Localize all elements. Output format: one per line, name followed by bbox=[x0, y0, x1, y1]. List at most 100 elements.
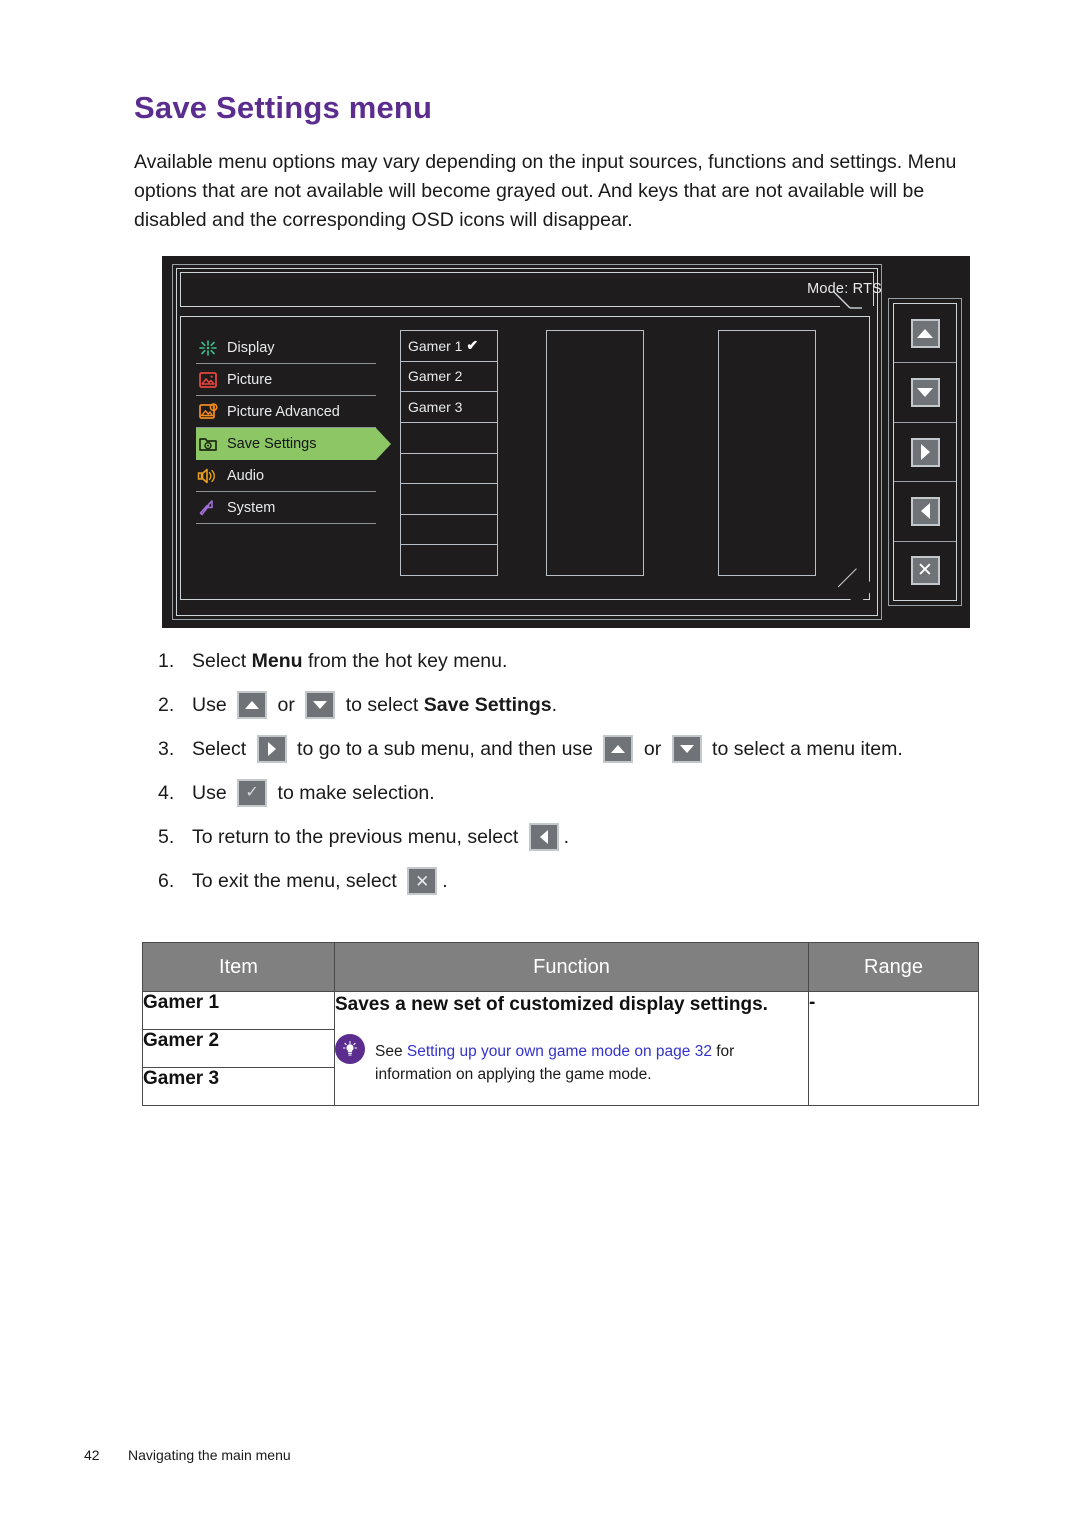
osd-key-left[interactable] bbox=[894, 482, 956, 542]
step-text-part: to go to a sub menu, and then use bbox=[291, 738, 599, 760]
step-text-part: to select a menu item. bbox=[706, 738, 903, 760]
tip-note: See Setting up your own game mode on pag… bbox=[335, 1034, 808, 1086]
step-text: Use or to select Save Settings. bbox=[192, 690, 557, 720]
osd-sub-panel-1 bbox=[546, 330, 644, 576]
settings-table: Item Function Range Gamer 1 Saves a new … bbox=[142, 942, 979, 1106]
down-arrow-icon bbox=[305, 691, 336, 719]
osd-option-empty bbox=[400, 452, 498, 484]
left-arrow-icon[interactable] bbox=[910, 496, 940, 526]
close-icon[interactable]: ✕ bbox=[910, 556, 940, 586]
check-icon: ✓ bbox=[237, 779, 268, 807]
up-arrow-icon bbox=[237, 691, 268, 719]
page-title: Save Settings menu bbox=[134, 90, 433, 125]
function-description: Saves a new set of customized display se… bbox=[335, 994, 768, 1015]
step-number: 2. bbox=[158, 694, 175, 716]
osd-menu-item-picture-advanced[interactable]: Picture Advanced bbox=[196, 396, 376, 428]
instruction-steps: 1. Select Menu from the hot key menu. 2.… bbox=[158, 646, 988, 910]
cell-range: - bbox=[808, 991, 979, 1106]
osd-option-gamer-1[interactable]: Gamer 1 ✔ bbox=[400, 330, 498, 361]
osd-key-down[interactable] bbox=[894, 363, 956, 423]
step-text-part: Use bbox=[192, 694, 233, 716]
osd-key-right[interactable] bbox=[894, 423, 956, 483]
step-text-part: . bbox=[563, 826, 570, 848]
osd-menu-item-save-settings[interactable]: Save Settings bbox=[196, 428, 391, 460]
step-text: Use ✓ to make selection. bbox=[192, 778, 435, 808]
step-number: 1. bbox=[158, 650, 175, 672]
osd-menu-item-system[interactable]: System bbox=[196, 492, 376, 524]
step-text-part: Select bbox=[192, 650, 252, 672]
step-text-part: Select bbox=[192, 738, 252, 760]
step-text-part: To return to the previous menu, select bbox=[192, 826, 524, 848]
step-3: 3. Select to go to a sub menu, and then … bbox=[158, 734, 988, 764]
down-arrow-icon bbox=[671, 735, 702, 763]
step-text-part: to make selection. bbox=[272, 782, 435, 804]
step-text: To exit the menu, select ✕. bbox=[192, 866, 448, 896]
step-text-part: To exit the menu, select bbox=[192, 870, 403, 892]
osd-menu-label: Picture bbox=[227, 371, 273, 388]
footer-page-number: 42 bbox=[84, 1447, 100, 1463]
osd-menu-label: Picture Advanced bbox=[227, 403, 340, 420]
down-arrow-icon[interactable] bbox=[910, 378, 940, 408]
cell-item-gamer-2: Gamer 2 bbox=[142, 1029, 335, 1068]
osd-mode-label: Mode: RTS bbox=[807, 281, 882, 297]
osd-menu-label: Save Settings bbox=[227, 436, 317, 452]
step-text-part: or bbox=[638, 738, 667, 760]
step-4: 4. Use ✓ to make selection. bbox=[158, 778, 988, 808]
column-header-range: Range bbox=[808, 942, 979, 992]
step-number: 5. bbox=[158, 826, 175, 848]
step-text-part: or bbox=[272, 694, 301, 716]
osd-option-list: Gamer 1 ✔ Gamer 2 Gamer 3 bbox=[400, 330, 498, 576]
step-number: 6. bbox=[158, 870, 175, 892]
footer-section: Navigating the main menu bbox=[128, 1447, 291, 1463]
osd-option-gamer-2[interactable]: Gamer 2 bbox=[400, 360, 498, 392]
step-text-bold: Save Settings bbox=[423, 694, 552, 716]
right-arrow-icon[interactable] bbox=[910, 437, 940, 467]
tip-note-link[interactable]: Setting up your own game mode on page 32 bbox=[407, 1043, 712, 1060]
column-header-function: Function bbox=[334, 942, 809, 992]
picture-advanced-icon bbox=[196, 402, 220, 422]
system-icon bbox=[196, 498, 220, 518]
step-text-part: to select bbox=[340, 694, 424, 716]
osd-option-label: Gamer 1 bbox=[408, 337, 463, 354]
left-arrow-icon bbox=[528, 823, 559, 851]
osd-option-empty bbox=[400, 421, 498, 453]
tip-bulb-icon bbox=[335, 1034, 365, 1064]
step-2: 2. Use or to select Save Settings. bbox=[158, 690, 988, 720]
osd-menu-item-display[interactable]: Display bbox=[196, 332, 376, 364]
step-number: 3. bbox=[158, 738, 175, 760]
osd-menu-item-audio[interactable]: Audio bbox=[196, 460, 376, 492]
page-footer: 42 Navigating the main menu bbox=[84, 1447, 291, 1463]
up-arrow-icon bbox=[603, 735, 634, 763]
save-settings-icon bbox=[196, 434, 220, 454]
osd-option-empty bbox=[400, 513, 498, 545]
osd-menu-list: Display Picture Picture Advanced Save Se… bbox=[196, 332, 391, 524]
column-header-item: Item bbox=[142, 942, 335, 992]
osd-menu-item-picture[interactable]: Picture bbox=[196, 364, 376, 396]
osd-key-up[interactable] bbox=[894, 304, 956, 364]
cell-function: Saves a new set of customized display se… bbox=[334, 991, 809, 1106]
audio-icon bbox=[196, 466, 220, 486]
close-icon: ✕ bbox=[407, 867, 438, 895]
step-6: 6. To exit the menu, select ✕. bbox=[158, 866, 988, 896]
osd-menu-label: Display bbox=[227, 339, 275, 356]
osd-title-rule bbox=[180, 306, 840, 307]
osd-key-exit[interactable]: ✕ bbox=[894, 542, 956, 600]
osd-key-column-inner: ✕ bbox=[893, 303, 957, 601]
up-arrow-icon[interactable] bbox=[910, 318, 940, 348]
osd-option-gamer-3[interactable]: Gamer 3 bbox=[400, 391, 498, 422]
step-text-part: . bbox=[551, 694, 558, 716]
osd-menu-label: System bbox=[227, 499, 276, 516]
step-text: Select Menu from the hot key menu. bbox=[192, 646, 507, 676]
right-arrow-icon bbox=[256, 735, 287, 763]
step-text-part: from the hot key menu. bbox=[302, 650, 508, 672]
table-header-row: Item Function Range bbox=[142, 942, 979, 992]
cell-item-gamer-3: Gamer 3 bbox=[142, 1067, 335, 1106]
osd-sub-panel-2 bbox=[718, 330, 816, 576]
osd-screenshot: Mode: RTS Display Picture Picture Advanc… bbox=[162, 256, 970, 628]
step-text-part: Use bbox=[192, 782, 233, 804]
step-5: 5. To return to the previous menu, selec… bbox=[158, 822, 988, 852]
table-row: Gamer 1 Saves a new set of customized di… bbox=[142, 991, 979, 1106]
step-text-part: . bbox=[442, 870, 448, 892]
cell-item-gamer-1: Gamer 1 bbox=[142, 991, 335, 1030]
step-1: 1. Select Menu from the hot key menu. bbox=[158, 646, 988, 676]
